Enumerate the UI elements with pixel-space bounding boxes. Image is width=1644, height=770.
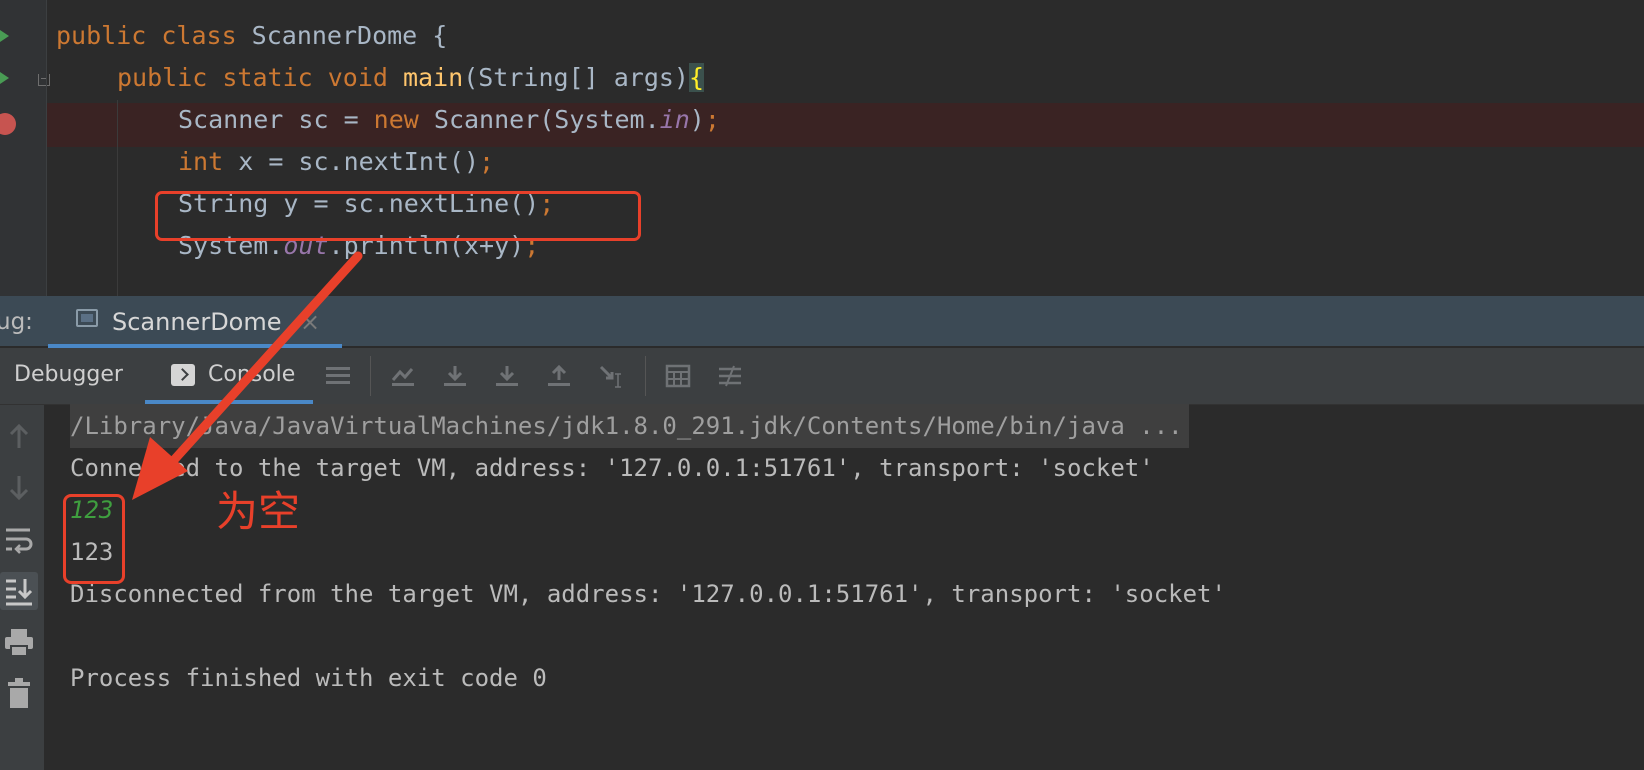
code-token: ; [704, 105, 720, 134]
console-disconnected-line: Disconnected from the target VM, address… [70, 580, 1226, 608]
tab-session-scannerdome[interactable]: ScannerDome × [48, 296, 342, 348]
code-line[interactable]: Scanner sc = new Scanner(System.in); [178, 98, 720, 142]
annotation-box-output [63, 494, 125, 584]
scroll-to-end-icon[interactable] [4, 573, 34, 609]
code-line[interactable]: int x = sc.nextInt(); [178, 140, 494, 184]
step-out-icon[interactable] [546, 364, 572, 388]
close-icon[interactable]: × [300, 296, 320, 348]
code-token: ) [689, 105, 705, 134]
breakpoint-icon[interactable] [0, 113, 16, 135]
gutter-separator [46, 0, 47, 296]
indent-guide [117, 100, 118, 296]
debug-title: ug: [0, 309, 33, 335]
arrow-up-icon[interactable] [4, 418, 34, 454]
menu-icon[interactable] [325, 364, 351, 388]
step-over-icon[interactable] [442, 364, 468, 388]
show-execution-point-icon[interactable] [390, 364, 416, 388]
code-token: int [178, 147, 239, 176]
tab-console[interactable]: Console [145, 348, 313, 404]
session-tab-label: ScannerDome [112, 308, 282, 336]
step-into-icon[interactable] [494, 364, 520, 388]
code-token: Scanner(System. [433, 105, 660, 134]
trash-icon[interactable] [4, 676, 34, 712]
annotation-text: 为空 [216, 487, 301, 536]
code-line[interactable]: public static void main(String[] args){ [117, 56, 705, 100]
debug-tool-window-header: ug: ScannerDome × [0, 296, 1644, 348]
code-token: (String[] args) [463, 63, 689, 92]
code-line[interactable]: public class ScannerDome { [56, 14, 447, 58]
console-connected-line: Connected to the target VM, address: '12… [70, 454, 1154, 482]
code-token: Scanner sc = [178, 105, 374, 134]
console-output[interactable]: /Library/Java/JavaVirtualMachines/jdk1.8… [44, 404, 1644, 770]
code-token: ScannerDome { [251, 21, 448, 50]
code-token: main [402, 63, 464, 92]
code-editor[interactable]: public class ScannerDome { public static… [0, 0, 1644, 296]
annotation-box-nextline [155, 191, 641, 241]
code-token: public static void [117, 63, 403, 92]
run-to-cursor-icon[interactable] [598, 364, 624, 388]
window-icon [76, 309, 98, 327]
evaluate-expression-icon[interactable] [665, 364, 691, 388]
arrow-down-icon[interactable] [4, 470, 34, 506]
tab-debugger[interactable]: Debugger [14, 348, 123, 404]
code-token: ; [479, 147, 495, 176]
fold-icon[interactable] [38, 74, 50, 86]
debug-tabs-bar: Debugger Console [0, 348, 1644, 405]
toolbar-separator [645, 356, 646, 396]
print-icon[interactable] [4, 624, 34, 660]
trace-settings-icon[interactable] [717, 364, 743, 388]
code-token: in [659, 105, 690, 134]
soft-wrap-icon[interactable] [4, 522, 34, 558]
code-token: x = sc.nextInt() [238, 147, 480, 176]
run-class-icon[interactable] [0, 30, 9, 42]
code-token: new [373, 105, 434, 134]
console-icon [171, 364, 195, 386]
run-main-icon[interactable] [0, 72, 9, 84]
code-token: public class [56, 21, 252, 50]
console-finished-line: Process finished with exit code 0 [70, 664, 547, 692]
console-command-line: /Library/Java/JavaVirtualMachines/jdk1.8… [70, 404, 1189, 448]
code-token: { [688, 63, 705, 92]
toolbar-separator [370, 356, 371, 396]
tab-console-label: Console [208, 362, 296, 387]
editor-gutter[interactable] [0, 0, 50, 296]
